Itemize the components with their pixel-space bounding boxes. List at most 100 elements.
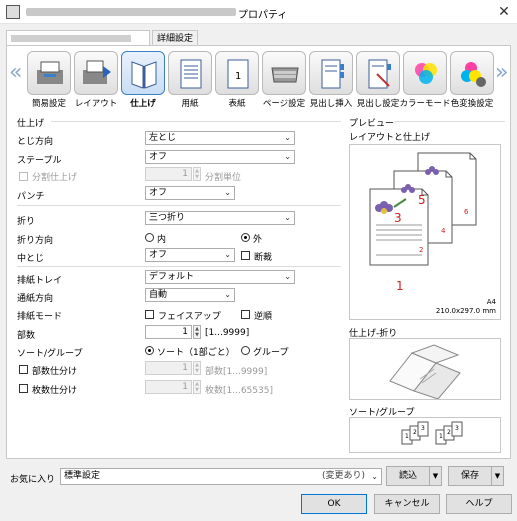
toolbar-label-cover: 表紙 [228, 99, 246, 109]
sheet-separation-stepper[interactable]: ▲ ▼ [193, 380, 201, 394]
sort-digit-2b: 2 [447, 429, 451, 436]
tab-setting-icon [368, 59, 391, 89]
copy-separation-stepper[interactable]: ▲ ▼ [193, 361, 201, 375]
page-number-4: 4 [441, 227, 446, 235]
finishing-icon [131, 61, 157, 89]
binding-label: とじ方向 [17, 137, 54, 147]
favorites-select[interactable]: 標準設定 (変更あり) ⌄ [60, 468, 382, 485]
page-number-5: 5 [418, 193, 426, 207]
chevron-down-icon: ⌄ [284, 133, 291, 142]
saddle-select[interactable]: オフ ⌄ [145, 248, 235, 262]
feed-direction-label: 通紙方向 [17, 294, 54, 304]
sort-digit-2: 2 [413, 429, 417, 436]
layout-preview-box: 5 3 1 6 4 2 A4 210.0x297.0 mm [349, 144, 501, 320]
toolbar-label-layout: レイアウト [74, 99, 118, 109]
sort-digit-1b: 1 [439, 433, 443, 440]
fold-out-label: 外 [253, 235, 263, 245]
feed-direction-select[interactable]: 自動 ⌄ [145, 288, 235, 302]
paper-icon [180, 59, 202, 89]
tab-ps[interactable]: PS [6, 30, 150, 60]
tab-detail-settings[interactable]: 詳細設定 [152, 30, 198, 46]
fold-in-label: 内 [157, 235, 167, 245]
reverse-order-checkbox[interactable] [241, 310, 250, 319]
copies-input[interactable]: 1 [145, 325, 192, 339]
fold-out-radio[interactable] [241, 233, 250, 242]
output-tray-select[interactable]: デフォルト ⌄ [145, 270, 295, 284]
cancel-button[interactable]: キャンセル [374, 494, 440, 514]
punch-select[interactable]: オフ ⌄ [145, 186, 235, 200]
face-up-checkbox[interactable] [145, 310, 154, 319]
sort-radio[interactable] [145, 346, 154, 355]
split-finish-label: 分割仕上げ [32, 173, 78, 183]
sort-option-label: ソート（1部ごと） [157, 348, 235, 358]
trim-checkbox[interactable] [241, 251, 250, 260]
printer-app-icon [6, 5, 20, 19]
page-number-1: 1 [396, 279, 404, 293]
tri-fold-icon [389, 344, 461, 400]
toolbar-layout[interactable] [74, 51, 118, 95]
sort-digit-3: 3 [421, 425, 425, 432]
toolbar-color-mode[interactable] [403, 51, 447, 95]
sort-stacks-icon [401, 421, 463, 445]
toolbar-tab-setting[interactable] [356, 51, 400, 95]
paper-size: A4 [486, 298, 496, 306]
staple-select[interactable]: オフ ⌄ [145, 150, 295, 164]
tray-section-divider [17, 266, 341, 267]
sheet-separation-input[interactable]: 1 [145, 380, 192, 394]
page-number-3: 3 [394, 211, 402, 225]
split-finish-checkbox[interactable] [19, 172, 28, 181]
scroll-left-icon[interactable]: « [9, 62, 22, 84]
toolbar-paper[interactable] [168, 51, 212, 95]
chevron-down-icon: ⌄ [284, 152, 291, 161]
preview-group-title: プレビュー [349, 119, 395, 129]
help-button[interactable]: ヘルプ [446, 494, 512, 514]
toolbar-label-finishing: 仕上げ [130, 99, 156, 109]
split-unit-stepper[interactable]: ▲ ▼ [193, 167, 201, 181]
tab-printer-name-redacted [11, 35, 131, 42]
sheet-separation-checkbox[interactable] [19, 384, 28, 393]
toolbar-label-paper: 用紙 [181, 99, 199, 109]
scroll-right-icon[interactable]: » [495, 62, 508, 84]
reverse-order-label: 逆順 [254, 312, 273, 322]
load-dropdown-icon[interactable]: ▼ [429, 467, 441, 485]
window-title: プロパティ [238, 10, 288, 21]
face-up-label: フェイスアップ [158, 312, 221, 322]
load-favorite-button[interactable]: 読込 ▼ [386, 466, 442, 486]
sort-digit-1: 1 [405, 433, 409, 440]
toolbar-cover[interactable]: 1 [215, 51, 259, 95]
paper-dimensions: 210.0x297.0 mm [435, 307, 496, 315]
toolbar-color-conversion[interactable] [450, 51, 494, 95]
svg-text:1: 1 [235, 71, 241, 82]
toolbar-tab-insert[interactable] [309, 51, 353, 95]
toolbar-quick-setup[interactable] [27, 51, 71, 95]
save-dropdown-icon[interactable]: ▼ [491, 467, 503, 485]
toolbar-finishing[interactable] [121, 51, 165, 95]
finishing-group-line [51, 121, 341, 122]
save-favorite-button[interactable]: 保存 ▼ [448, 466, 504, 486]
copies-stepper[interactable]: ▲ ▼ [193, 325, 201, 339]
group-radio[interactable] [241, 346, 250, 355]
fold-in-radio[interactable] [145, 233, 154, 242]
page-number-6: 6 [464, 208, 469, 216]
copy-separation-input[interactable]: 1 [145, 361, 192, 375]
printer-name-redacted [26, 8, 236, 16]
toolbar-label-tab-insert: 見出し挿入 [309, 99, 353, 109]
cover-icon: 1 [227, 59, 249, 89]
main-panel: « » 1 簡易設定 レイアウト 仕上げ 用紙 表紙 ページ設定 見出し挿入 見… [6, 45, 511, 459]
binding-select[interactable]: 左とじ ⌄ [145, 131, 295, 145]
copy-separation-checkbox[interactable] [19, 365, 28, 374]
finishing-group-title: 仕上げ [17, 119, 45, 129]
toolbar-page-setting[interactable] [262, 51, 306, 95]
copies-range: [1...9999] [205, 328, 250, 338]
sort-digit-3b: 3 [455, 425, 459, 432]
staple-label: ステープル [17, 156, 62, 166]
chevron-down-icon: ⌄ [284, 213, 291, 222]
fold-select[interactable]: 三つ折り ⌄ [145, 211, 295, 225]
copy-separation-range: 部数[1...9999] [205, 367, 268, 377]
split-unit-input[interactable]: 1 [145, 167, 192, 181]
ok-button[interactable]: OK [301, 494, 367, 514]
page-setting-icon [271, 67, 299, 83]
trim-label: 断裁 [254, 253, 273, 263]
chevron-down-icon: ⌄ [224, 290, 231, 299]
close-button[interactable]: ✕ [494, 2, 514, 22]
